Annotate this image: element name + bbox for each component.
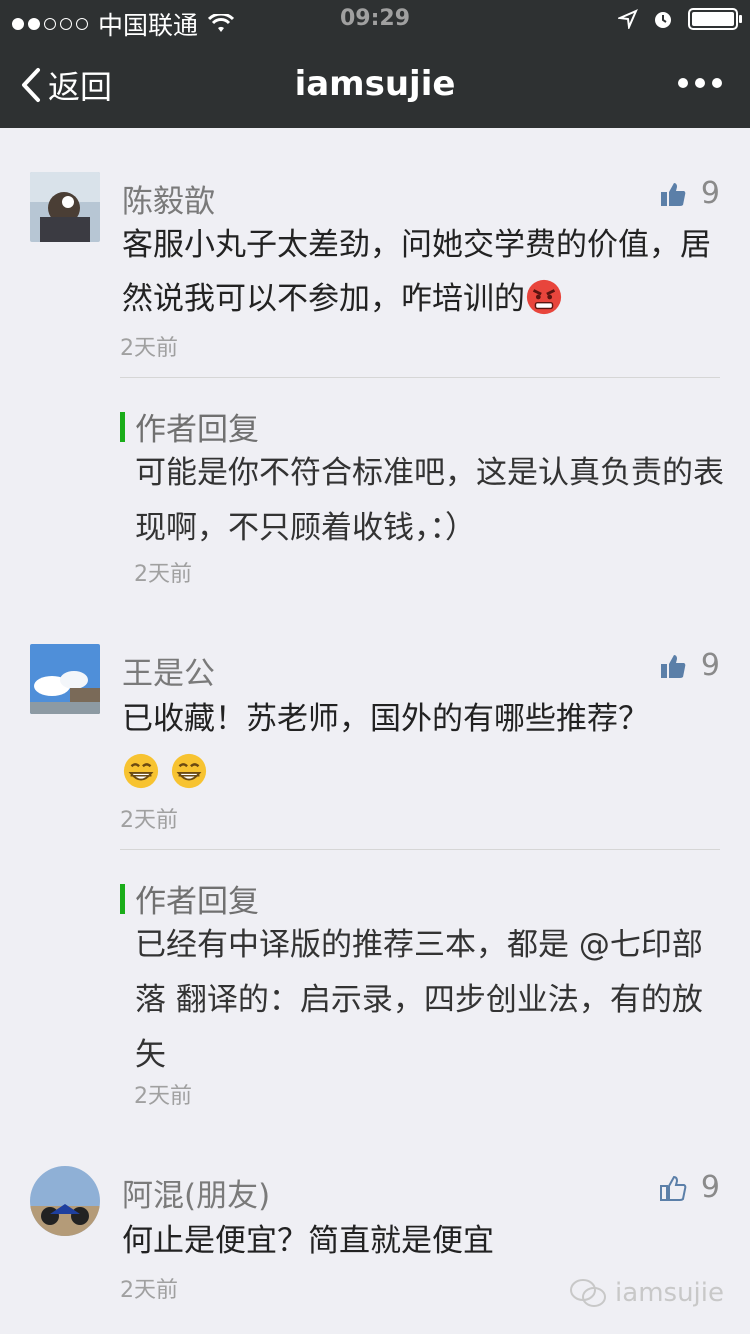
reply-marker: [120, 411, 125, 442]
commenter-name: 陈毅歆: [122, 184, 215, 220]
reply-marker: [120, 883, 125, 914]
divider: [120, 849, 720, 850]
watermark: iamsujie: [569, 1278, 724, 1308]
reply-text: 已经有中译版的推荐三本，都是 @七印部落 翻译的：启示录，四步创业法，有的放矢: [135, 927, 703, 1073]
thumbs-up-outline-icon: [659, 1175, 687, 1201]
comment-time: 2天前: [120, 1278, 178, 1303]
like-button[interactable]: 9: [659, 648, 720, 683]
author-reply-label: 作者回复: [120, 876, 259, 921]
comment-time: 2天前: [120, 808, 178, 833]
commenter-name: 阿混(朋友): [122, 1178, 271, 1214]
comment-text: 客服小丸子太差劲，问她交学费的价值，居然说我可以不参加，咋培训的: [122, 227, 711, 317]
navigation-bar: 返回 iamsujie: [0, 40, 750, 128]
thumbs-up-icon: [660, 182, 686, 206]
like-count: 9: [700, 648, 720, 683]
reply-time: 2天前: [134, 1084, 192, 1109]
thumbs-up-icon: [660, 654, 686, 678]
alarm-icon: [655, 12, 671, 28]
grin-face-icon: [171, 753, 206, 789]
battery-icon: [688, 8, 742, 30]
location-arrow-icon: [618, 9, 638, 29]
comment-text: 何止是便宜？简直就是便宜: [122, 1223, 494, 1259]
more-button[interactable]: [678, 78, 722, 88]
comment-text: 已收藏！苏老师，国外的有哪些推荐？: [122, 692, 722, 800]
page-title: iamsujie: [294, 64, 456, 104]
angry-face-icon: [526, 279, 562, 315]
like-count: 9: [700, 1170, 720, 1205]
like-count: 9: [700, 176, 720, 211]
status-bar: 中国联通 09:29: [0, 0, 750, 40]
like-button[interactable]: 9: [659, 1170, 720, 1205]
commenter-name: 王是公: [122, 656, 215, 692]
author-reply-label: 作者回复: [120, 404, 259, 449]
avatar[interactable]: [30, 172, 100, 242]
reply-text: 可能是你不符合标准吧，这是认真负责的表现啊，不只顾着收钱，：）: [135, 455, 724, 546]
avatar[interactable]: [30, 644, 100, 714]
comment-time: 2天前: [120, 336, 178, 361]
divider: [120, 377, 720, 378]
avatar[interactable]: [30, 1166, 100, 1236]
like-button[interactable]: 9: [659, 176, 720, 211]
wechat-logo-icon: [570, 1279, 607, 1307]
reply-time: 2天前: [134, 562, 192, 587]
grin-face-icon: [123, 753, 159, 789]
